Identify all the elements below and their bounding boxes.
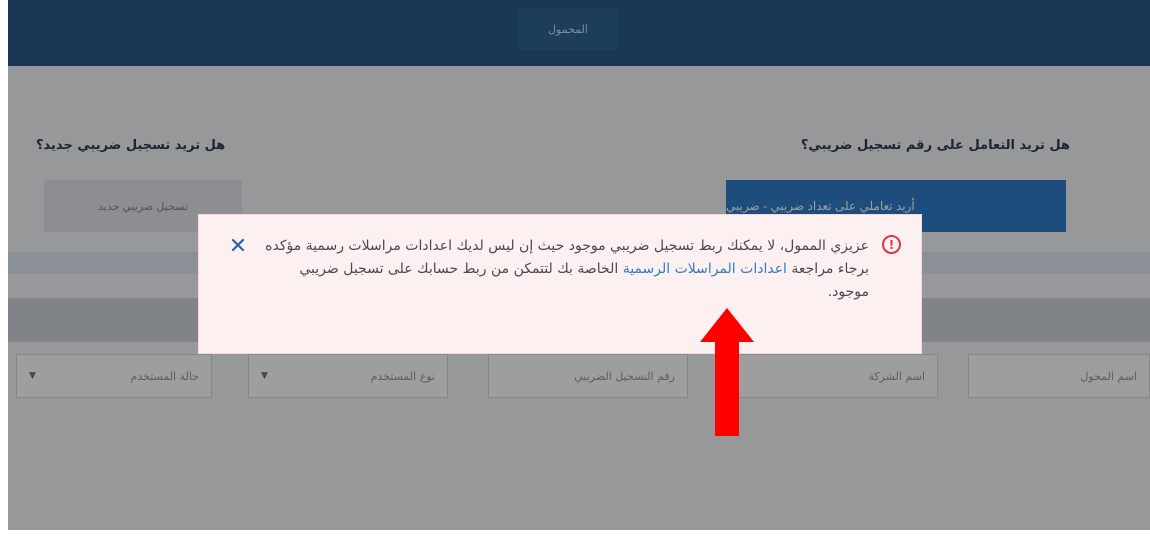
close-icon[interactable]: ✕ [227,234,249,259]
annotation-arrow [700,308,754,436]
alert-message-line2: برجاء مراجعة اعدادات المراسلات الرسمية ا… [259,258,869,304]
annotation-arrow-shape [700,308,754,436]
alert-text-before-link: برجاء مراجعة [791,261,869,277]
warning-icon: ! [882,235,901,254]
alert-message: عزيزي الممول، لا يمكنك ربط تسجيل ضريبي م… [259,235,869,304]
error-alert: ! عزيزي الممول، لا يمكنك ربط تسجيل ضريبي… [198,214,922,354]
alert-message-line1: عزيزي الممول، لا يمكنك ربط تسجيل ضريبي م… [265,238,869,254]
official-correspondence-settings-link[interactable]: اعدادات المراسلات الرسمية [623,261,787,277]
